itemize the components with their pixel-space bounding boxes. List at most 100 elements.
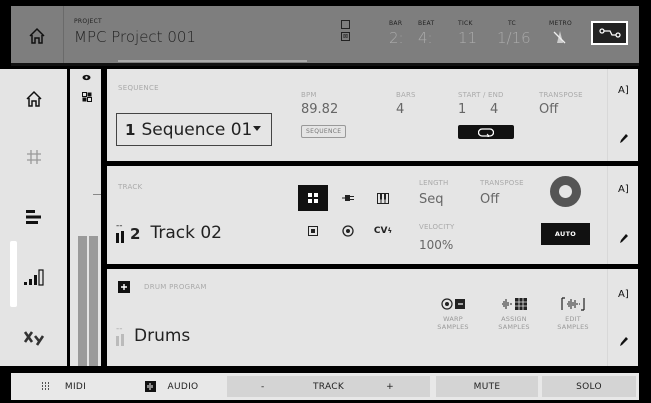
track-panel: TRACK -- 2 Track 02 CV ϟ LENGTH Seq TRANS… bbox=[107, 166, 638, 264]
home-icon bbox=[25, 90, 42, 107]
bars-label: BARS bbox=[396, 91, 416, 99]
solo-button[interactable]: SOLO bbox=[542, 376, 636, 397]
bpm-source-button[interactable]: SEQUENCE bbox=[301, 125, 347, 138]
level-bars-icon bbox=[23, 269, 44, 286]
edit-pencil-icon[interactable] bbox=[618, 233, 629, 244]
track-prev-button[interactable]: - bbox=[261, 382, 265, 392]
eye-icon bbox=[82, 74, 91, 81]
nav-mixer[interactable] bbox=[0, 247, 67, 307]
tick-display[interactable]: TICK 11 bbox=[458, 20, 477, 47]
rename-track-icon[interactable]: A] bbox=[618, 184, 629, 195]
warp-samples-button[interactable]: WARP SAMPLES bbox=[427, 296, 479, 331]
split-view-button[interactable]: ⊠ bbox=[341, 32, 350, 41]
drum-program-panel: DRUM PROGRAM -- Drums WARP SAMPLES ASSIG… bbox=[107, 269, 638, 366]
metro-label: METRO bbox=[549, 20, 573, 27]
keygroup-track-type-button[interactable] bbox=[368, 185, 398, 211]
network-button[interactable] bbox=[591, 21, 628, 45]
sampler-track-type-button[interactable] bbox=[298, 218, 328, 244]
length-value[interactable]: Seq bbox=[419, 192, 444, 207]
record-arm-button[interactable] bbox=[550, 176, 581, 207]
edit-samples-button[interactable]: EDIT SAMPLES bbox=[547, 296, 599, 331]
edit-samples-icon bbox=[561, 297, 585, 311]
warp-line1: WARP bbox=[443, 315, 463, 323]
bar-label: BAR bbox=[389, 20, 403, 27]
project-name[interactable]: MPC Project 001 bbox=[74, 28, 196, 46]
tc-label: TC bbox=[507, 20, 517, 27]
loop-button[interactable] bbox=[458, 125, 514, 139]
drum-program-label: DRUM PROGRAM bbox=[144, 283, 207, 291]
bars-value[interactable]: 4 bbox=[396, 102, 404, 117]
home-icon bbox=[29, 27, 45, 44]
nav-track-list[interactable] bbox=[0, 187, 67, 247]
project-progress bbox=[118, 60, 307, 62]
midi-label: MIDI bbox=[64, 381, 87, 392]
automation-button[interactable]: AUTO bbox=[541, 223, 590, 245]
track-transpose-value[interactable]: Off bbox=[480, 192, 499, 207]
assign-samples-button[interactable]: ASSIGN SAMPLES bbox=[488, 296, 540, 331]
start-value[interactable]: 1 bbox=[458, 102, 466, 117]
edit-pencil-icon[interactable] bbox=[618, 133, 629, 144]
beat-display[interactable]: BEAT 4: bbox=[418, 20, 434, 47]
edit-line1: EDIT bbox=[565, 315, 581, 323]
program-name: Drums bbox=[134, 326, 191, 346]
assign-line1: ASSIGN bbox=[501, 315, 527, 323]
sequence-side-tools: A] bbox=[607, 69, 638, 161]
mute-button[interactable]: MUTE bbox=[436, 376, 538, 397]
tc-value: 1/16 bbox=[497, 29, 531, 47]
length-label: LENGTH bbox=[419, 179, 449, 187]
bottom-bar: MIDI AUDIO - TRACK + MUTE SOLO bbox=[11, 373, 639, 400]
bpm-value[interactable]: 89.82 bbox=[301, 102, 338, 117]
metronome-display[interactable]: METRO bbox=[549, 20, 572, 48]
beat-label: BEAT bbox=[418, 20, 435, 27]
program-select[interactable]: -- Drums bbox=[116, 313, 276, 349]
bar-value: 2: bbox=[389, 29, 404, 47]
cv-label: CV bbox=[373, 226, 388, 236]
meter-bars-icon bbox=[116, 231, 124, 243]
network-icon bbox=[598, 28, 621, 38]
loop-icon bbox=[478, 127, 494, 137]
track-next-button[interactable]: + bbox=[386, 382, 394, 392]
top-bar: PROJECT MPC Project 001 ⊠ BAR 2: BEAT 4:… bbox=[11, 6, 639, 66]
sequence-select[interactable]: 1 Sequence 01 bbox=[116, 113, 272, 146]
program-side-tools: A] bbox=[607, 269, 638, 366]
midi-button[interactable]: MIDI bbox=[11, 373, 116, 400]
add-program-icon[interactable] bbox=[118, 281, 130, 293]
end-value[interactable]: 4 bbox=[490, 102, 498, 117]
program-dash: -- bbox=[116, 324, 123, 334]
single-view-button[interactable] bbox=[341, 20, 350, 29]
drum-track-type-button[interactable] bbox=[298, 185, 328, 211]
cv-track-type-button[interactable]: CV ϟ bbox=[368, 218, 398, 244]
nav-xy[interactable] bbox=[0, 307, 67, 367]
audio-button[interactable]: AUDIO bbox=[119, 373, 224, 400]
warp-icon bbox=[441, 298, 465, 310]
track-bars-icon: -- bbox=[116, 221, 126, 243]
xy-icon bbox=[23, 331, 44, 346]
velocity-label: VELOCITY bbox=[419, 223, 455, 231]
seq-transpose-value[interactable]: Off bbox=[539, 102, 558, 117]
seq-transpose-label: TRANSPOSE bbox=[539, 91, 583, 99]
grid-hash-icon bbox=[26, 150, 41, 164]
tick-value: 11 bbox=[458, 29, 478, 47]
left-navigation bbox=[0, 69, 67, 366]
beat-value: 4: bbox=[418, 29, 433, 47]
rename-program-icon[interactable]: A] bbox=[618, 289, 629, 300]
audio-label: AUDIO bbox=[167, 381, 199, 392]
tc-display[interactable]: TC 1/16 bbox=[497, 20, 531, 47]
track-select[interactable]: -- 2 Track 02 bbox=[116, 210, 276, 246]
edit-pencil-icon[interactable] bbox=[618, 336, 629, 347]
plug-icon bbox=[342, 195, 354, 201]
rename-sequence-icon[interactable]: A] bbox=[618, 85, 629, 96]
nav-grid[interactable] bbox=[0, 127, 67, 187]
velocity-value[interactable]: 100% bbox=[419, 238, 453, 252]
home-button[interactable] bbox=[11, 6, 64, 66]
level-meters bbox=[70, 69, 101, 366]
meter-bars-icon bbox=[116, 334, 124, 346]
nav-home[interactable] bbox=[0, 69, 67, 129]
chevron-down-icon bbox=[253, 126, 261, 131]
track-name: Track 02 bbox=[150, 223, 222, 243]
bar-display[interactable]: BAR 2: bbox=[389, 20, 404, 47]
audio-track-type-button[interactable] bbox=[333, 185, 363, 211]
plugin-track-type-button[interactable] bbox=[333, 218, 363, 244]
pad-grid-icon bbox=[82, 92, 92, 102]
audio-wave-icon bbox=[144, 381, 156, 392]
